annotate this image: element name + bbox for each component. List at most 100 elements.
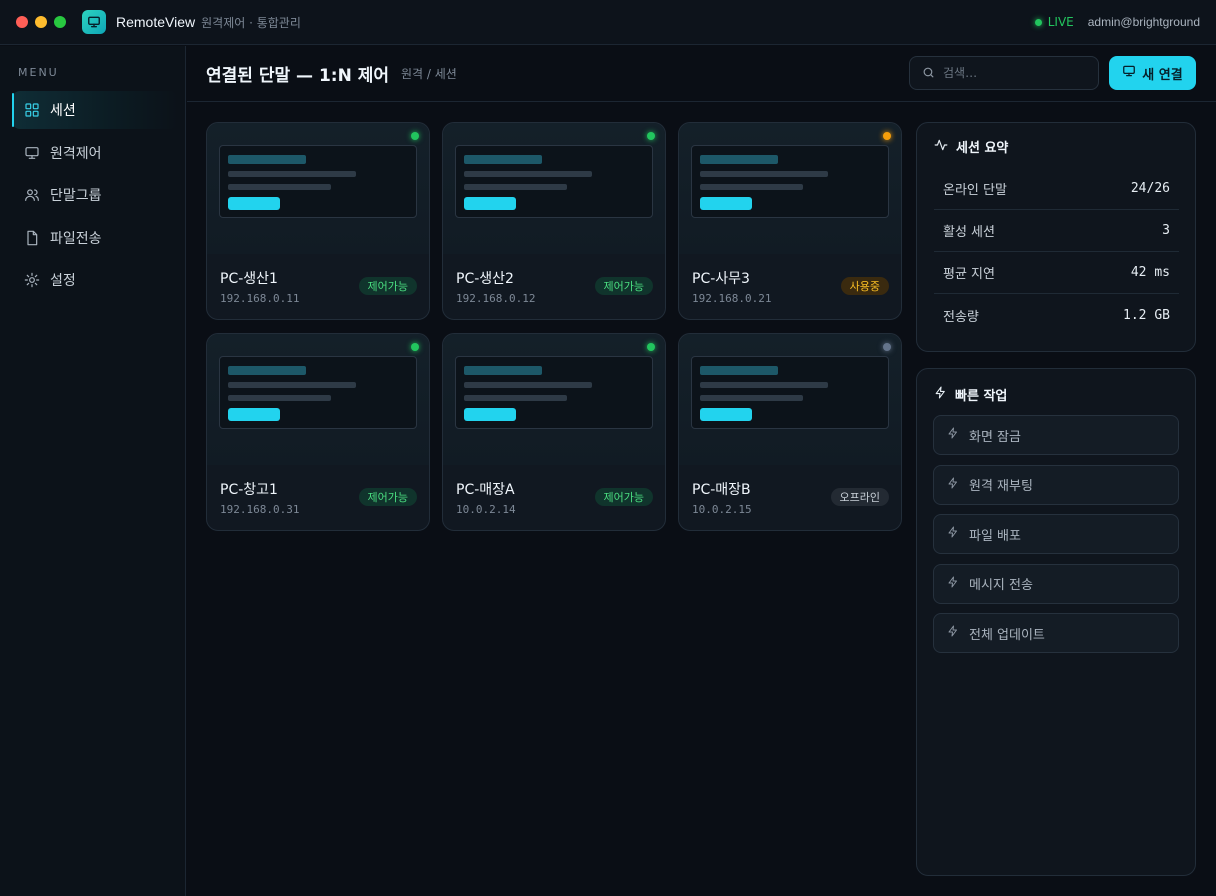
action-label: 화면 잠금 (969, 429, 1021, 445)
users-icon (24, 187, 40, 203)
live-indicator: LIVE (1034, 15, 1074, 29)
action-update-all-button[interactable]: 전체 업데이트 (933, 613, 1179, 653)
device-ip: 192.168.0.21 (692, 292, 772, 305)
action-file-deploy-button[interactable]: 파일 배포 (933, 514, 1179, 554)
summary-label: 활성 세션 (943, 225, 995, 240)
status-dot-icon (647, 132, 655, 140)
sidebar-item-remote-control[interactable]: 원격제어 (12, 134, 178, 172)
quick-actions-label: 빠른 작업 (955, 389, 1008, 404)
action-lock-screen-button[interactable]: 화면 잠금 (933, 415, 1179, 455)
device-ip: 10.0.2.15 (692, 503, 752, 516)
grid-icon (24, 102, 40, 118)
breadcrumb: 원격 / 세션 (401, 67, 457, 81)
bolt-icon (947, 625, 959, 641)
sidebar-item-device-groups[interactable]: 단말그룹 (12, 176, 178, 214)
device-ip: 10.0.2.14 (456, 503, 516, 516)
screen-preview (207, 123, 429, 254)
sidebar: MENU 세션 원격제어 단말그룹 파일전송 설정 (0, 46, 186, 896)
action-label: 원격 재부팅 (969, 479, 1033, 494)
live-dot-icon (1034, 18, 1042, 26)
screen-thumbnail (691, 356, 889, 429)
status-badge: 제어가능 (358, 277, 417, 295)
summary-value: 24/26 (1130, 181, 1170, 196)
activity-icon (934, 138, 948, 156)
sidebar-item-sessions[interactable]: 세션 (12, 91, 178, 129)
bolt-icon (934, 386, 947, 403)
device-name: PC-매장A (456, 482, 515, 498)
summary-label: 전송량 (943, 309, 979, 325)
page-header: 연결된 단말 — 1:N 제어 원격 / 세션 새 연결 (187, 46, 1216, 102)
sidebar-item-label: 단말그룹 (50, 188, 102, 204)
app-logo-icon (82, 10, 106, 34)
maximize-window-button[interactable] (54, 16, 66, 28)
action-label: 파일 배포 (969, 528, 1021, 544)
search-box (909, 56, 1099, 90)
sidebar-item-label: 원격제어 (50, 145, 102, 162)
bolt-icon (947, 477, 959, 493)
summary-row: 활성 세션 3 (934, 210, 1179, 252)
bolt-icon (947, 576, 959, 592)
gear-icon (24, 272, 40, 288)
sidebar-item-label: 파일전송 (50, 230, 102, 247)
status-dot-icon (647, 343, 655, 351)
screen-thumbnail (455, 145, 653, 218)
summary-row: 온라인 단말 24/26 (934, 168, 1179, 210)
summary-row: 전송량 1.2 GB (934, 294, 1179, 336)
new-connection-button[interactable]: 새 연결 (1109, 56, 1196, 90)
device-card[interactable]: PC-매장B 10.0.2.15 오프라인 (678, 333, 902, 531)
menu-label: MENU (18, 66, 59, 79)
monitor-icon (24, 145, 40, 161)
close-window-button[interactable] (16, 16, 28, 28)
window-controls (16, 16, 66, 28)
summary-label: 온라인 단말 (943, 183, 1007, 198)
user-account[interactable]: admin@brightground (1088, 15, 1200, 29)
sidebar-item-file-transfer[interactable]: 파일전송 (12, 219, 178, 257)
screen-thumbnail (219, 356, 417, 429)
screen-thumbnail (455, 356, 653, 429)
quick-actions-title: 빠른 작업 (934, 385, 1007, 404)
summary-label: 평균 지연 (943, 267, 995, 282)
screen-preview (679, 334, 901, 465)
new-connection-label: 새 연결 (1142, 67, 1183, 83)
screen-preview (443, 123, 665, 254)
screen-preview (443, 334, 665, 465)
device-card[interactable]: PC-매장A 10.0.2.14 제어가능 (442, 333, 666, 531)
summary-value: 1.2 GB (1123, 307, 1170, 323)
device-ip: 192.168.0.12 (456, 292, 536, 305)
device-name: PC-생산2 (456, 271, 514, 287)
app-name: RemoteView (116, 14, 196, 30)
page-title: 연결된 단말 — 1:N 제어 (206, 66, 390, 86)
status-dot-icon (883, 132, 891, 140)
status-badge: 오프라인 (830, 488, 889, 506)
quick-actions-panel: 빠른 작업 화면 잠금 원격 재부팅 파일 배포 메시지 전송 전체 업데이트 (916, 368, 1196, 876)
status-dot-icon (411, 343, 419, 351)
minimize-window-button[interactable] (35, 16, 47, 28)
file-icon (24, 230, 40, 246)
action-send-message-button[interactable]: 메시지 전송 (933, 563, 1179, 604)
status-badge: 제어가능 (594, 277, 653, 295)
device-card[interactable]: PC-생산1 192.168.0.11 제어가능 (206, 122, 430, 320)
device-name: PC-매장B (692, 482, 751, 498)
device-name: PC-창고1 (220, 482, 278, 498)
session-summary-title: 세션 요약 (934, 137, 1008, 156)
app-subtitle: 원격제어 · 통합관리 (201, 15, 301, 30)
action-remote-reboot-button[interactable]: 원격 재부팅 (933, 464, 1179, 505)
bolt-icon (947, 526, 959, 542)
title-bar: RemoteView 원격제어 · 통합관리 LIVE admin@bright… (0, 0, 1216, 45)
bolt-icon (947, 427, 959, 443)
device-card[interactable]: PC-창고1 192.168.0.31 제어가능 (206, 333, 430, 531)
monitor-icon (1122, 64, 1136, 82)
status-badge: 제어가능 (594, 488, 653, 506)
sidebar-item-settings[interactable]: 설정 (12, 261, 178, 299)
sidebar-nav: 세션 원격제어 단말그룹 파일전송 설정 (12, 91, 178, 304)
session-summary-label: 세션 요약 (956, 141, 1009, 156)
summary-value: 3 (1162, 223, 1170, 238)
status-dot-icon (883, 343, 891, 351)
search-input[interactable] (943, 66, 1083, 80)
device-card[interactable]: PC-사무3 192.168.0.21 사용중 (678, 122, 902, 320)
device-name: PC-사무3 (692, 271, 750, 287)
device-name: PC-생산1 (220, 271, 278, 287)
screen-thumbnail (691, 145, 889, 218)
device-card[interactable]: PC-생산2 192.168.0.12 제어가능 (442, 122, 666, 320)
action-label: 메시지 전송 (969, 578, 1033, 593)
